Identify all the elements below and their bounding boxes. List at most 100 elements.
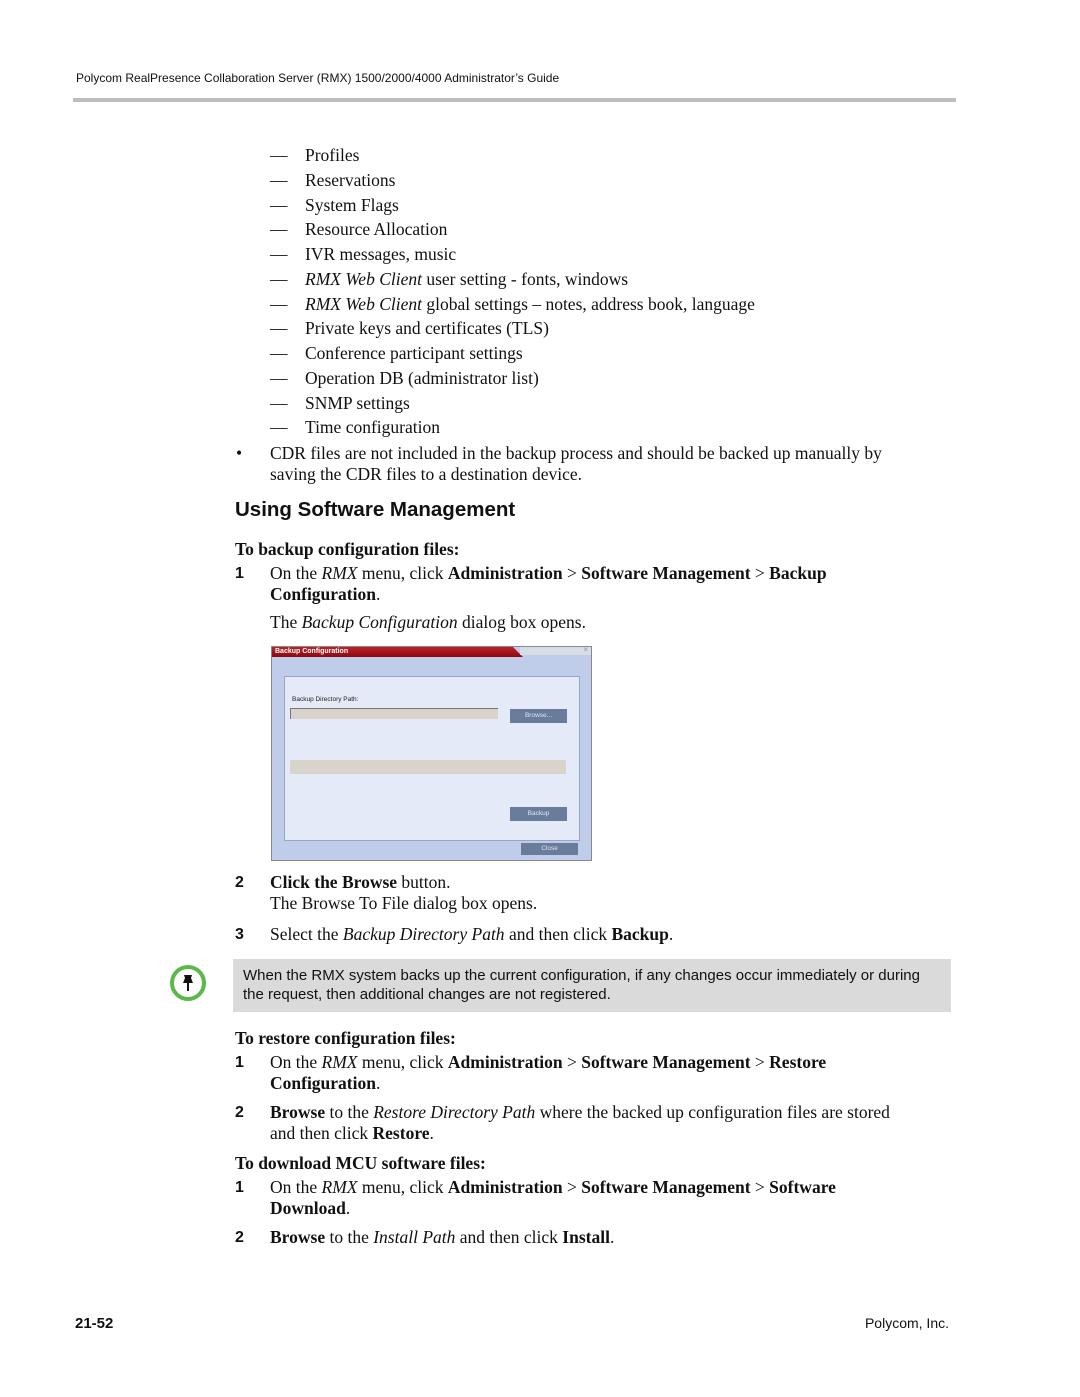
step-text: and then click Restore. — [270, 1123, 434, 1144]
text-run: user setting - fonts, windows — [421, 268, 629, 289]
bold-text: Configuration — [270, 584, 376, 604]
backup-button[interactable]: Backup — [510, 807, 567, 821]
bold-text: Click the Browse — [270, 872, 398, 892]
bold-text: Backup — [769, 563, 827, 583]
text-run: menu, click — [357, 1177, 448, 1197]
text-run: . — [609, 1227, 615, 1247]
text-run: Resource Allocation — [305, 219, 448, 240]
list-item: RMX Web Client user setting - fonts, win… — [305, 269, 628, 290]
step-number: 2 — [235, 874, 244, 891]
text-run: SNMP settings — [305, 392, 410, 413]
italic-text: Backup Directory Path — [342, 924, 505, 944]
step-text: Click the Browse button. — [270, 872, 451, 893]
dash-marker: — — [270, 343, 288, 363]
dash-marker: — — [270, 318, 288, 339]
text-run: dialog box opens. — [457, 612, 586, 632]
bold-text: Software Management — [581, 1052, 751, 1072]
dash-marker: — — [270, 268, 288, 289]
dash-marker: — — [270, 392, 288, 413]
list-item: Operation DB (administrator list) — [305, 368, 539, 389]
italic-text: RMX — [321, 563, 358, 583]
list-item: Resource Allocation — [305, 219, 447, 240]
path-input[interactable] — [290, 708, 498, 719]
step-number: 3 — [235, 926, 244, 943]
step-text: The Browse To File dialog box opens. — [270, 893, 537, 914]
text-run: > — [562, 563, 582, 583]
step-number: 1 — [235, 1179, 244, 1196]
page-number: 21-52 — [75, 1315, 114, 1332]
backup-heading: To backup configuration files: — [235, 539, 460, 559]
text-run: menu, click — [357, 1052, 448, 1072]
text-run: and then click — [504, 924, 612, 944]
text-run: . — [429, 1123, 434, 1143]
bold-text: Browse — [270, 1102, 326, 1122]
text-run: Reservations — [305, 169, 396, 190]
step-text: Select the Backup Directory Path and the… — [270, 924, 673, 945]
dialog-title-bar: × — [520, 645, 591, 655]
text-run: On the — [270, 563, 322, 583]
text-run: Conference participant settings — [305, 343, 523, 363]
text-run: where the backed up configuration files … — [535, 1102, 890, 1122]
close-icon[interactable]: × — [583, 645, 588, 654]
step-text: The Backup Configuration dialog box open… — [270, 612, 586, 633]
text-run: saving the CDR files to a destination de… — [270, 464, 583, 484]
step-number: 1 — [235, 1054, 244, 1071]
text-run: > — [562, 1052, 582, 1072]
bold-text: Software — [769, 1177, 836, 1197]
bold-text: Download — [270, 1198, 346, 1218]
note-box: When the RMX system backs up the current… — [233, 959, 951, 1012]
text-run: menu, click — [357, 563, 448, 583]
dash-marker: — — [270, 219, 288, 240]
text-run: and then click — [455, 1227, 563, 1247]
bold-text: Backup — [611, 924, 669, 944]
bold-text: Software Management — [581, 563, 751, 583]
text-run: Profiles — [305, 145, 360, 165]
text-run: . — [668, 924, 674, 944]
list-item: Time configuration — [305, 417, 440, 438]
document-page: Polycom RealPresence Collaboration Serve… — [0, 0, 1080, 1397]
bold-text: Administration — [447, 1177, 563, 1197]
bold-text: Restore — [372, 1123, 430, 1143]
dash-marker: — — [270, 417, 288, 438]
restore-heading: To restore configuration files: — [235, 1028, 456, 1048]
text-run: . — [375, 584, 381, 604]
text-run: System Flags — [305, 194, 399, 215]
step-text: On the RMX menu, click Administration > … — [270, 1177, 836, 1198]
text-run: The Browse To File dialog box opens. — [270, 893, 538, 913]
text-run: button. — [397, 872, 451, 892]
section-title: Using Software Management — [235, 498, 516, 521]
bold-text: Software Management — [581, 1177, 751, 1197]
download-heading: To download MCU software files: — [235, 1153, 486, 1173]
bullet: • — [236, 443, 243, 463]
list-item: Private keys and certificates (TLS) — [305, 318, 549, 339]
text-run: to the — [325, 1102, 374, 1122]
step-number: 2 — [235, 1229, 244, 1246]
italic-text: Backup Configuration — [301, 612, 458, 632]
text-run: and then click — [270, 1123, 373, 1143]
backup-configuration-dialog-screenshot: Backup Configuration × Backup Directory … — [271, 645, 592, 861]
dash-marker: — — [270, 194, 288, 215]
close-button[interactable]: Close — [521, 843, 578, 855]
dialog-panel: Backup Directory Path: Browse... Backup — [284, 676, 580, 841]
text-run: Time configuration — [305, 417, 440, 438]
text-run: global settings – notes, address book, l… — [421, 293, 755, 314]
text-run: . — [345, 1198, 351, 1218]
browse-button[interactable]: Browse... — [510, 709, 567, 723]
note-text: When the RMX system backs up the current… — [243, 967, 920, 1003]
text-run: Select the — [270, 924, 343, 944]
text-run: > — [562, 1177, 582, 1197]
step-text: Browse to the Install Path and then clic… — [270, 1227, 614, 1248]
text-run: On the — [270, 1052, 322, 1072]
text-run: . — [375, 1073, 381, 1093]
cdr-note-line: CDR files are not included in the backup… — [270, 443, 882, 464]
list-item: SNMP settings — [305, 393, 410, 414]
header-rule — [73, 98, 956, 102]
step-text: On the RMX menu, click Administration > … — [270, 1052, 826, 1073]
dialog-title: Backup Configuration — [272, 647, 523, 657]
text-run: > — [750, 1177, 770, 1197]
bold-text: Administration — [447, 1052, 563, 1072]
step-text: On the RMX menu, click Administration > … — [270, 563, 827, 584]
list-item: System Flags — [305, 195, 399, 216]
step-text: Browse to the Restore Directory Path whe… — [270, 1102, 890, 1123]
list-item: Profiles — [305, 145, 359, 166]
